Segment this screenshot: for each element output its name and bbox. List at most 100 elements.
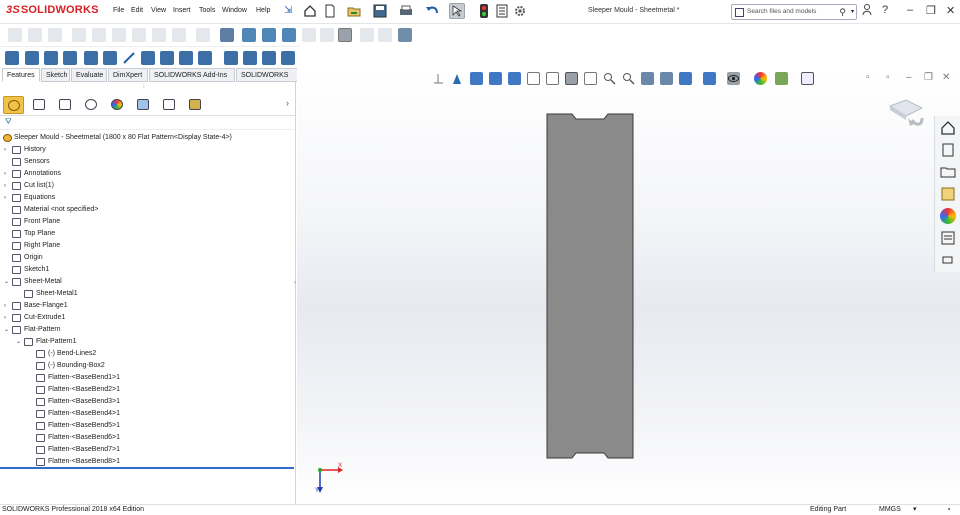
expand-toggle-icon[interactable]: ⌄: [16, 336, 22, 348]
unfold-tool-icon[interactable]: [179, 51, 193, 65]
no-bends-icon[interactable]: [378, 28, 392, 42]
tree-item[interactable]: Sketch1: [0, 264, 294, 276]
menu-view[interactable]: View: [151, 7, 166, 14]
edit-appearance-icon[interactable]: [754, 72, 767, 85]
magnify-icon[interactable]: [603, 72, 616, 85]
chevron-right-icon[interactable]: ›: [286, 98, 289, 108]
boundary-cut-icon[interactable]: [172, 28, 186, 42]
menu-insert[interactable]: Insert: [173, 7, 191, 14]
tree-item[interactable]: Flatten-<BaseBend2>1: [0, 384, 294, 396]
print-icon[interactable]: [398, 3, 414, 19]
tree-item[interactable]: (-) Bounding-Box2: [0, 360, 294, 372]
corners-icon[interactable]: [243, 51, 257, 65]
expand-toggle-icon[interactable]: ⌄: [4, 276, 10, 288]
file-properties-icon[interactable]: [494, 3, 510, 19]
view-orientation-icon[interactable]: [508, 72, 521, 85]
zoom-to-fit-icon[interactable]: [432, 72, 445, 85]
extruded-boss-icon[interactable]: [8, 28, 22, 42]
edge-flange-icon[interactable]: [63, 51, 77, 65]
tree-item[interactable]: ⌄ Flat-Pattern: [0, 324, 294, 336]
menu-edit[interactable]: Edit: [131, 7, 143, 14]
sketched-bend-icon[interactable]: [122, 51, 136, 67]
expand-toggle-icon[interactable]: ›: [4, 180, 10, 192]
flatten-toggle-icon[interactable]: [338, 28, 352, 42]
instant3d-icon[interactable]: [262, 28, 276, 42]
tree-item[interactable]: Flatten-<BaseBend5>1: [0, 420, 294, 432]
tree-item[interactable]: Flatten-<BaseBend6>1: [0, 432, 294, 444]
pan-icon[interactable]: [641, 72, 654, 85]
menu-window[interactable]: Window: [222, 7, 247, 14]
quick-tips-icon[interactable]: ◔: [946, 505, 951, 514]
reference-geometry-icon[interactable]: [220, 28, 234, 42]
section-view-icon[interactable]: [489, 72, 502, 85]
fold-icon[interactable]: [198, 51, 212, 65]
tab-evaluate[interactable]: Evaluate: [71, 68, 107, 82]
tree-item[interactable]: (-) Bend-Lines2: [0, 348, 294, 360]
custom-properties-icon[interactable]: [940, 230, 956, 246]
expand-toggle-icon[interactable]: ›: [4, 168, 10, 180]
expand-toggle-icon[interactable]: ›: [4, 192, 10, 204]
property-manager-tab[interactable]: [29, 96, 50, 114]
curves-icon[interactable]: [242, 28, 256, 42]
tree-item[interactable]: Flatten-<BaseBend3>1: [0, 396, 294, 408]
save-icon[interactable]: [372, 3, 388, 19]
rotate-icon[interactable]: [660, 72, 673, 85]
cross-break-icon[interactable]: [160, 51, 174, 65]
tree-item[interactable]: ⌄ Flat-Pattern1: [0, 336, 294, 348]
rip-icon[interactable]: [281, 51, 295, 65]
revolved-boss-icon[interactable]: [28, 28, 42, 42]
tree-item[interactable]: › Cut list(1): [0, 180, 294, 192]
revolved-cut-icon[interactable]: [112, 28, 126, 42]
help-icon[interactable]: ?: [882, 4, 888, 16]
insert-bends-icon[interactable]: [360, 28, 374, 42]
tree-item[interactable]: › History: [0, 144, 294, 156]
tree-item[interactable]: Right Plane: [0, 240, 294, 252]
dimxpert-manager-tab[interactable]: [81, 96, 102, 114]
confirmation-corner-icon[interactable]: [886, 96, 926, 132]
open-icon[interactable]: [346, 3, 362, 19]
expand-toggle-icon[interactable]: ›: [4, 312, 10, 324]
swept-boss-icon[interactable]: [48, 28, 62, 42]
undo-icon[interactable]: [424, 3, 440, 19]
fillet-icon[interactable]: [196, 28, 210, 42]
tree-item[interactable]: Origin: [0, 252, 294, 264]
pin-icon[interactable]: ⇲: [284, 5, 292, 16]
tree-item[interactable]: Flatten-<BaseBend7>1: [0, 444, 294, 456]
menu-help[interactable]: Help: [256, 7, 270, 14]
standard-views-icon[interactable]: [679, 72, 692, 85]
design-library-icon[interactable]: [940, 142, 956, 158]
hole-wizard-icon[interactable]: [92, 28, 106, 42]
new-document-icon[interactable]: [322, 3, 338, 19]
view-palette-icon[interactable]: [940, 186, 956, 202]
display-style-icon[interactable]: [703, 72, 716, 85]
expand-toggle-icon[interactable]: ⌄: [4, 324, 10, 336]
flatten-tool-icon[interactable]: [224, 51, 238, 65]
tab-solidworks-add-ins[interactable]: SOLIDWORKS Add-Ins: [149, 68, 235, 82]
hidden-lines-icon[interactable]: [546, 72, 559, 85]
menu-file[interactable]: File: [113, 7, 124, 14]
shaded-icon[interactable]: [584, 72, 597, 85]
zoom-area-icon[interactable]: [451, 72, 464, 85]
expand-toggle-icon[interactable]: ›: [4, 144, 10, 156]
restore-button[interactable]: ❐: [926, 4, 936, 17]
zoom-icon[interactable]: [622, 72, 635, 85]
shaded-edges-icon[interactable]: [565, 72, 578, 85]
tree-root[interactable]: Sleeper Mould - Sheetmetal (1800 x 80 Fl…: [0, 132, 294, 144]
tree-item[interactable]: Front Plane: [0, 216, 294, 228]
tree-item[interactable]: ⌄ Sheet-Metal: [0, 276, 294, 288]
tab-features[interactable]: Features: [2, 68, 40, 82]
panel-handle-icon[interactable]: ⁞: [143, 84, 145, 90]
tab-sketch[interactable]: Sketch: [41, 68, 70, 82]
jog-icon[interactable]: [141, 51, 155, 65]
search-scope-icon[interactable]: [735, 8, 744, 17]
tree-filter[interactable]: ⛛: [0, 116, 294, 130]
solidworks-logo[interactable]: 3SSOLIDWORKS: [6, 4, 99, 16]
tab-dimxpert[interactable]: DimXpert: [108, 68, 148, 82]
rebuild-icon[interactable]: [476, 3, 492, 19]
resources-home-icon[interactable]: [940, 120, 956, 136]
base-flange-tool-icon[interactable]: [5, 51, 19, 65]
display-style-wire-icon[interactable]: [527, 72, 540, 85]
lofted-cut-icon[interactable]: [152, 28, 166, 42]
rib-icon[interactable]: [282, 28, 296, 42]
configuration-manager-tab[interactable]: [55, 96, 76, 114]
